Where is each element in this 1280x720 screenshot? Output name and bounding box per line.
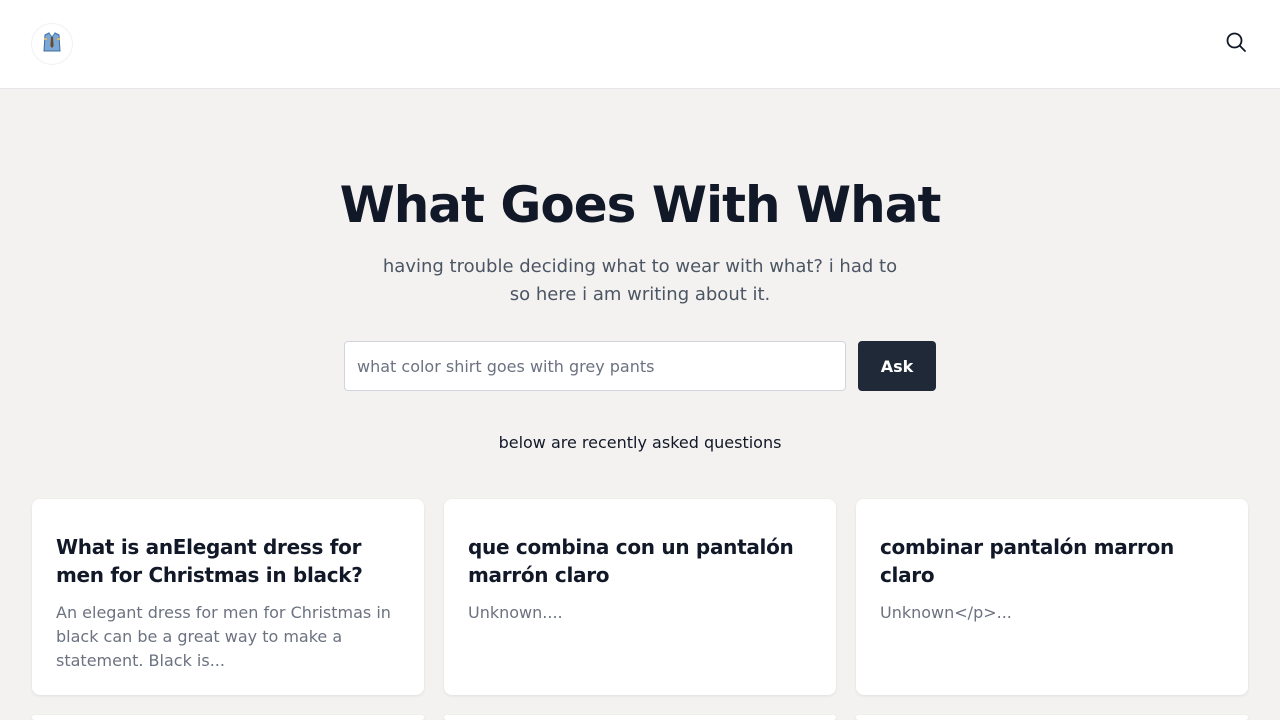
question-card-excerpt: An elegant dress for men for Christmas i… [56, 603, 391, 670]
question-card[interactable]: que combina con un pantalón marrón claro… [444, 499, 836, 695]
question-card[interactable]: What is anElegant dress for men for Chri… [32, 499, 424, 695]
question-card-title: que combina con un pantalón marrón claro [468, 535, 794, 587]
site-header [0, 0, 1280, 89]
question-card-title: What is anElegant dress for men for Chri… [56, 535, 363, 587]
page-title: What Goes With What [339, 176, 942, 234]
question-card[interactable]: combinar pantalón marron claro Unknown</… [856, 499, 1248, 695]
question-card[interactable] [444, 715, 836, 720]
question-card-title: combinar pantalón marron claro [880, 535, 1174, 587]
question-card[interactable] [856, 715, 1248, 720]
recent-questions-label: below are recently asked questions [498, 433, 782, 452]
ask-button[interactable]: Ask [858, 341, 936, 391]
page-subtitle: having trouble deciding what to wear wit… [382, 256, 898, 305]
question-card[interactable] [32, 715, 424, 720]
logo[interactable] [32, 24, 72, 64]
search-button[interactable] [1222, 30, 1250, 58]
search-icon [1224, 30, 1248, 58]
shirt-tie-icon [40, 30, 64, 58]
question-input[interactable] [344, 341, 846, 391]
question-card-excerpt: Unknown</p>... [880, 603, 1012, 622]
question-card-excerpt: Unknown.... [468, 603, 563, 622]
